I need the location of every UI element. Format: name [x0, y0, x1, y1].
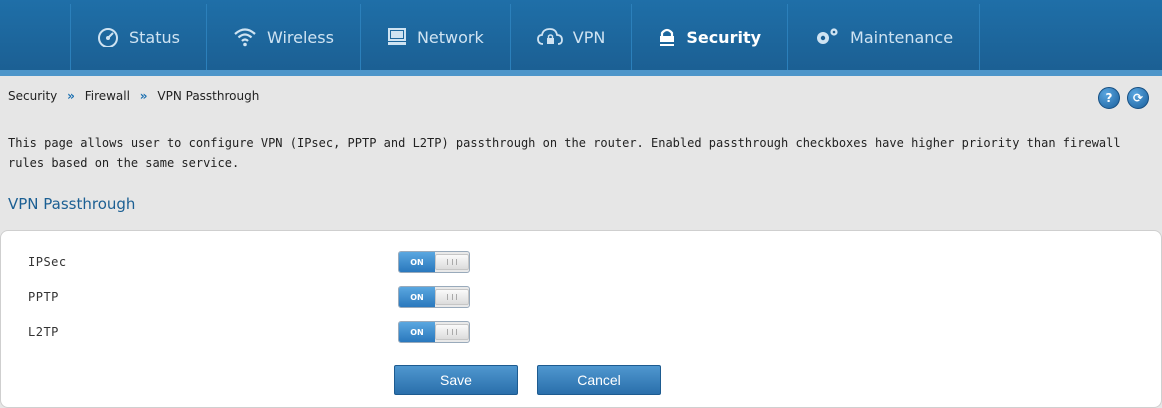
toggle-knob [435, 324, 469, 340]
nav-wireless-label: Wireless [266, 27, 334, 47]
breadcrumb-item-firewall[interactable]: Firewall [85, 89, 130, 103]
breadcrumb-item-security[interactable]: Security [8, 89, 57, 103]
nav-maintenance-label: Maintenance [850, 27, 954, 47]
pptp-label: PPTP [28, 290, 59, 304]
cancel-button[interactable]: Cancel [537, 365, 661, 395]
breadcrumb: Security » Firewall » VPN Passthrough [8, 89, 259, 103]
save-button[interactable]: Save [394, 365, 518, 395]
ipsec-label: IPSec [28, 255, 67, 269]
nav-vpn[interactable]: VPN [511, 4, 633, 70]
page-description: This page allows user to configure VPN (… [8, 136, 1121, 170]
wifi-icon [233, 27, 257, 47]
breadcrumb-separator: » [139, 89, 148, 103]
nav-security[interactable]: Security [632, 4, 789, 70]
pptp-toggle[interactable]: ON [398, 286, 470, 308]
section-title: VPN Passthrough [8, 195, 136, 213]
toggle-knob [435, 254, 469, 270]
nav-network[interactable]: Network [361, 4, 511, 70]
breadcrumb-item-current: VPN Passthrough [157, 89, 260, 103]
cloud-lock-icon [536, 27, 563, 47]
ipsec-toggle[interactable]: ON [398, 251, 470, 273]
toggle-on-indicator: ON [399, 287, 435, 307]
nav-accent-strip [0, 70, 1162, 76]
l2tp-label: L2TP [28, 325, 59, 339]
lock-icon [658, 27, 676, 47]
nav-maintenance[interactable]: Maintenance [788, 4, 981, 70]
monitor-icon [387, 27, 407, 47]
nav-status-label: Status [129, 27, 180, 47]
top-navigation-bar: Status Wireless Network VPN Security Mai… [0, 0, 1162, 72]
nav-wireless[interactable]: Wireless [207, 4, 361, 70]
refresh-button[interactable]: ⟳ [1127, 87, 1149, 109]
breadcrumb-separator: » [67, 89, 75, 103]
l2tp-toggle[interactable]: ON [398, 321, 470, 343]
dashboard-icon [97, 27, 119, 47]
nav-status[interactable]: Status [71, 4, 207, 70]
toggle-on-indicator: ON [399, 252, 435, 272]
toggle-on-indicator: ON [399, 322, 435, 342]
main-nav: Status Wireless Network VPN Security Mai… [70, 4, 981, 70]
toggle-knob [435, 289, 469, 305]
nav-vpn-label: VPN [572, 27, 606, 47]
nav-security-label: Security [686, 27, 762, 47]
nav-network-label: Network [416, 27, 484, 47]
help-button[interactable]: ? [1098, 87, 1120, 109]
gears-icon [814, 27, 840, 47]
